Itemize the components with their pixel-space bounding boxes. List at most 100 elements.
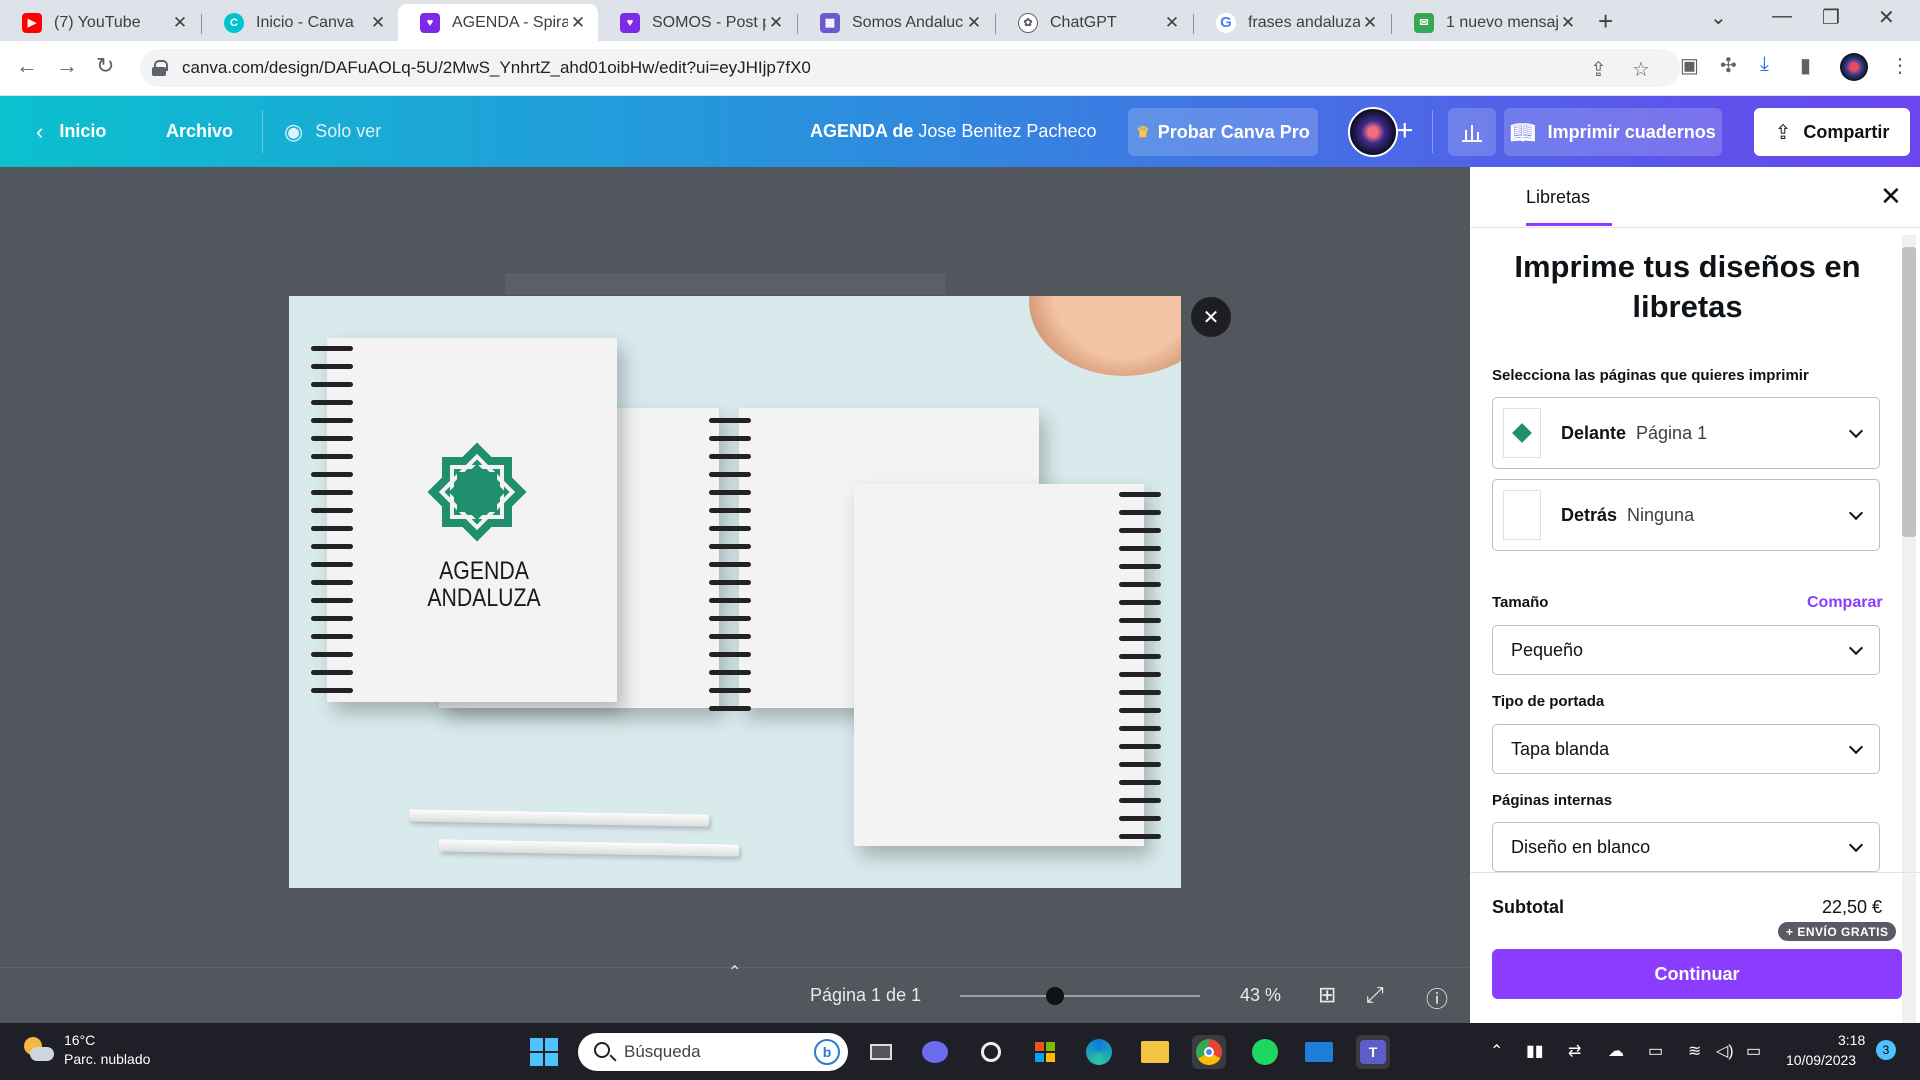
size-dropdown[interactable]: Pequeño xyxy=(1492,625,1880,675)
help-icon[interactable]: ⓘ xyxy=(1426,982,1448,1014)
partly-cloudy-icon[interactable] xyxy=(22,1035,54,1063)
download-icon[interactable]: ⤓ xyxy=(1760,53,1769,76)
tab-chatgpt[interactable]: ✿ ChatGPT ✕ xyxy=(996,4,1192,41)
analytics-chart-icon[interactable] xyxy=(1448,108,1496,156)
chevron-up-icon[interactable]: ⌃ xyxy=(1490,1041,1503,1061)
editor-canvas[interactable]: AGENDA ANDALUZA ✕ ⌃ Página 1 de 1 43 % ⊞… xyxy=(0,167,1470,1023)
camera-app-icon[interactable] xyxy=(974,1035,1008,1069)
taskbar-search[interactable]: Búsqueda b xyxy=(578,1033,848,1071)
notification-badge[interactable]: 3 xyxy=(1876,1040,1896,1060)
close-icon[interactable]: ✕ xyxy=(1162,13,1182,33)
windows-start-icon[interactable] xyxy=(530,1038,558,1066)
tab-inicio-canva[interactable]: C Inicio - Canva ✕ xyxy=(202,4,398,41)
clock-time[interactable]: 3:18 xyxy=(1838,1032,1865,1048)
tab-agenda-spiral[interactable]: ♥ AGENDA - Spiral ✕ xyxy=(398,4,598,41)
tab-google-search[interactable]: G frases andaluzaci ✕ xyxy=(1194,4,1390,41)
zoom-slider[interactable] xyxy=(960,995,1200,997)
canva-heart-icon: ♥ xyxy=(420,12,440,33)
fullscreen-icon[interactable]: ⤢ xyxy=(1366,982,1384,1008)
tab-mensaje[interactable]: ✉ 1 nuevo mensaje ✕ xyxy=(1392,4,1588,41)
spiral-ring xyxy=(709,526,751,531)
close-icon[interactable]: ✕ xyxy=(766,13,786,33)
inner-pages-dropdown[interactable]: Diseño en blanco xyxy=(1492,822,1880,872)
tab-youtube[interactable]: ▶ (7) YouTube ✕ xyxy=(0,4,200,41)
performance-icon[interactable]: ▮▮ xyxy=(1526,1041,1544,1061)
chrome-browser-icon[interactable] xyxy=(1192,1035,1226,1069)
reload-icon[interactable]: ↻ xyxy=(96,53,114,79)
share-page-icon[interactable]: ⇪ xyxy=(1590,57,1607,82)
lock-icon[interactable] xyxy=(152,60,168,76)
home-button[interactable]: ‹ Inicio xyxy=(36,96,106,167)
print-notebooks-button[interactable]: 📖︎ Imprimir cuadernos xyxy=(1504,108,1722,156)
spiral-ring xyxy=(709,706,751,711)
try-canva-pro-button[interactable]: ♛ Probar Canva Pro xyxy=(1128,108,1318,156)
teams-chat-icon[interactable] xyxy=(918,1035,952,1069)
clock-date[interactable]: 10/09/2023 xyxy=(1786,1052,1856,1068)
extension-page-icon[interactable]: ▣ xyxy=(1680,53,1699,78)
subtotal-divider xyxy=(1470,872,1920,873)
grid-view-icon[interactable]: ⊞ xyxy=(1318,982,1336,1008)
compare-link[interactable]: Comparar xyxy=(1807,594,1883,612)
team-avatar[interactable] xyxy=(1348,107,1398,157)
chevron-up-icon[interactable]: ⌃ xyxy=(728,962,741,982)
wifi-icon[interactable]: ≋ xyxy=(1688,1041,1701,1061)
address-bar[interactable]: canva.com/design/DAFuAOLq-5U/2MwS_YnhrtZ… xyxy=(140,49,1680,87)
spiral-ring xyxy=(1119,690,1161,695)
close-preview-button[interactable]: ✕ xyxy=(1191,297,1231,337)
spiral-binding xyxy=(1119,492,1161,842)
file-explorer-icon[interactable] xyxy=(1138,1035,1172,1069)
microsoft-store-icon[interactable] xyxy=(1028,1035,1062,1069)
volume-icon[interactable]: ◁) xyxy=(1716,1041,1734,1061)
close-icon[interactable]: ✕ xyxy=(170,13,190,33)
onedrive-icon[interactable]: ☁ xyxy=(1608,1041,1624,1061)
file-menu-button[interactable]: Archivo xyxy=(166,96,233,167)
display-icon[interactable]: ▭ xyxy=(1648,1041,1663,1061)
continue-button[interactable]: Continuar xyxy=(1492,949,1902,999)
mail-app-icon[interactable] xyxy=(1302,1035,1336,1069)
cover-type-dropdown[interactable]: Tapa blanda xyxy=(1492,724,1880,774)
task-view-icon[interactable] xyxy=(864,1035,898,1069)
teams-icon[interactable]: T xyxy=(1356,1035,1390,1069)
zoom-slider-handle[interactable] xyxy=(1046,987,1064,1005)
forward-arrow-icon[interactable]: → xyxy=(56,53,78,79)
more-menu-icon[interactable]: ⋮ xyxy=(1890,53,1910,78)
battery-icon[interactable]: ▭ xyxy=(1746,1041,1761,1061)
restore-icon[interactable]: ❐ xyxy=(1822,5,1840,30)
settings-sliders-icon[interactable]: ⇄ xyxy=(1568,1041,1581,1061)
weather-temperature[interactable]: 16°C xyxy=(64,1032,95,1048)
tab-somos-post[interactable]: ♥ SOMOS - Post pa ✕ xyxy=(598,4,796,41)
front-page-select[interactable]: Delante Página 1 xyxy=(1492,397,1880,469)
zoom-level[interactable]: 43 % xyxy=(1240,985,1281,1006)
weather-description[interactable]: Parc. nublado xyxy=(64,1051,150,1067)
edge-browser-icon[interactable] xyxy=(1082,1035,1116,1069)
bookmark-star-icon[interactable]: ☆ xyxy=(1632,57,1650,82)
page-count[interactable]: Página 1 de 1 xyxy=(810,985,921,1006)
close-icon[interactable]: ✕ xyxy=(1360,13,1380,33)
profile-avatar[interactable] xyxy=(1840,53,1868,81)
design-title[interactable]: AGENDA de Jose Benitez Pacheco xyxy=(810,96,1096,167)
close-icon[interactable]: ✕ xyxy=(964,13,984,33)
tab-libretas[interactable]: Libretas xyxy=(1526,187,1590,208)
tab-search-chevron-icon[interactable]: ⌄ xyxy=(1710,5,1727,30)
close-icon[interactable]: ✕ xyxy=(1558,13,1578,33)
back-page-select[interactable]: Detrás Ninguna xyxy=(1492,479,1880,551)
minimize-icon[interactable]: — xyxy=(1772,5,1792,28)
close-icon[interactable]: ✕ xyxy=(368,13,388,33)
add-collaborator-icon[interactable]: + xyxy=(1396,114,1414,148)
upload-share-icon: ⇪ xyxy=(1774,121,1792,144)
bing-icon[interactable]: b xyxy=(814,1039,840,1065)
close-panel-icon[interactable]: ✕ xyxy=(1880,181,1902,212)
view-only-button[interactable]: ◉ Solo ver xyxy=(284,96,381,167)
spiral-ring xyxy=(1119,600,1161,605)
panel-scrollbar-thumb[interactable] xyxy=(1902,247,1916,537)
url-text[interactable]: canva.com/design/DAFuAOLq-5U/2MwS_YnhrtZ… xyxy=(182,58,811,78)
new-tab-button[interactable]: + xyxy=(1598,6,1613,37)
tab-somos-andalucia[interactable]: ▦ Somos Andalucía ✕ xyxy=(798,4,994,41)
close-window-icon[interactable]: ✕ xyxy=(1878,5,1895,30)
spotify-icon[interactable] xyxy=(1248,1035,1282,1069)
puzzle-extensions-icon[interactable]: ✣ xyxy=(1720,53,1737,78)
close-icon[interactable]: ✕ xyxy=(568,13,588,33)
share-button[interactable]: ⇪ Compartir xyxy=(1754,108,1910,156)
side-panel-icon[interactable]: ▮ xyxy=(1800,53,1811,78)
back-arrow-icon[interactable]: ← xyxy=(16,53,38,79)
